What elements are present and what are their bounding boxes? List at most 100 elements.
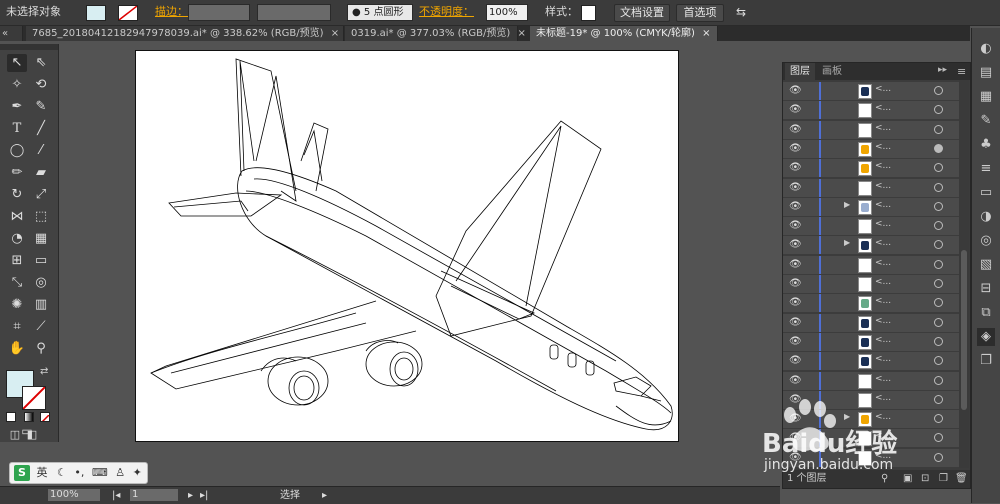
artboard-number-field[interactable]: 1 bbox=[130, 489, 178, 501]
layer-row[interactable]: 👁 <... bbox=[783, 139, 959, 159]
layer-row[interactable]: 👁 <... bbox=[783, 294, 959, 314]
pathfinder-icon[interactable]: ⧉ bbox=[977, 304, 995, 322]
layer-row[interactable]: 👁 <... bbox=[783, 332, 959, 352]
target-circle-icon[interactable] bbox=[934, 221, 943, 231]
zoom-field[interactable]: 100% bbox=[48, 489, 100, 501]
layer-name[interactable]: <... bbox=[875, 181, 891, 191]
style-swatch[interactable] bbox=[581, 5, 596, 21]
gradient-mode-icon[interactable] bbox=[24, 412, 34, 422]
next-artboard-icon[interactable]: ▸ bbox=[188, 487, 193, 504]
shape-builder-tool-icon[interactable]: ◔ bbox=[7, 230, 27, 248]
last-artboard-icon[interactable]: ▸| bbox=[200, 487, 208, 504]
paintbrush-tool-icon[interactable]: ⁄ bbox=[31, 142, 51, 160]
preferences-button[interactable]: 首选项 bbox=[676, 4, 724, 22]
layer-name[interactable]: <... bbox=[875, 296, 891, 306]
target-circle-icon[interactable] bbox=[934, 124, 943, 134]
layer-row[interactable]: 👁 ▶ <... bbox=[783, 197, 959, 217]
layer-row[interactable]: 👁 ▶ <... bbox=[783, 236, 959, 256]
layer-name[interactable]: <... bbox=[875, 277, 891, 287]
visibility-eye-icon[interactable]: 👁 bbox=[789, 336, 802, 348]
layer-name[interactable]: <... bbox=[875, 316, 891, 326]
stroke-weight-field[interactable] bbox=[188, 4, 250, 21]
column-graph-tool-icon[interactable]: ▥ bbox=[31, 296, 51, 314]
layer-name[interactable]: <... bbox=[875, 238, 891, 248]
tab-document-1[interactable]: 7685_20180412182947978039.ai* @ 338.62% … bbox=[26, 26, 344, 41]
type-tool-icon[interactable]: T bbox=[7, 120, 27, 138]
target-circle-icon[interactable] bbox=[934, 375, 943, 385]
appearance-icon[interactable]: ◎ bbox=[977, 232, 995, 250]
visibility-eye-icon[interactable]: 👁 bbox=[789, 143, 802, 155]
visibility-eye-icon[interactable]: 👁 bbox=[789, 259, 802, 271]
scrollbar-thumb[interactable] bbox=[961, 250, 967, 410]
close-icon[interactable]: × bbox=[702, 28, 710, 39]
layer-row[interactable]: 👁 <... bbox=[783, 313, 959, 333]
gradient-tool-icon[interactable]: ▭ bbox=[31, 252, 51, 270]
width-tool-icon[interactable]: ⋈ bbox=[7, 208, 27, 226]
layer-name[interactable]: <... bbox=[875, 161, 891, 171]
opacity-input[interactable]: 100% bbox=[486, 4, 528, 21]
color-panel-icon[interactable]: ◐ bbox=[977, 40, 995, 58]
visibility-eye-icon[interactable]: 👁 bbox=[789, 162, 802, 174]
keyboard-icon[interactable]: ⌨ bbox=[92, 466, 108, 479]
variable-width-dropdown[interactable] bbox=[257, 4, 331, 21]
target-circle-icon[interactable] bbox=[934, 182, 943, 192]
ime-language[interactable]: 英 bbox=[37, 466, 48, 479]
layers-scrollbar[interactable] bbox=[959, 80, 969, 468]
blend-tool-icon[interactable]: ◎ bbox=[31, 274, 51, 292]
layer-name[interactable]: <... bbox=[875, 84, 891, 94]
symbol-sprayer-tool-icon[interactable]: ✺ bbox=[7, 296, 27, 314]
swap-colors-icon[interactable]: ⇄ bbox=[40, 366, 48, 377]
settings-icon[interactable]: ✦ bbox=[133, 466, 142, 479]
layer-row[interactable]: 👁 <... bbox=[783, 178, 959, 198]
target-circle-icon[interactable] bbox=[934, 163, 943, 173]
curvature-tool-icon[interactable]: ✎ bbox=[31, 98, 51, 116]
collapse-panel-icon[interactable]: ▸▸ bbox=[938, 65, 947, 75]
tools-panel-grip[interactable] bbox=[0, 44, 58, 50]
layer-row[interactable]: 👁 <... bbox=[783, 120, 959, 140]
layer-name[interactable]: <... bbox=[875, 374, 891, 384]
layer-row[interactable]: 👁 <... bbox=[783, 275, 959, 294]
ime-toolbar[interactable]: S 英 ☾ •, ⌨ ♙ ✦ bbox=[9, 462, 148, 484]
user-icon[interactable]: ♙ bbox=[115, 466, 125, 479]
layer-row[interactable]: 👁 <... bbox=[783, 101, 959, 121]
first-artboard-icon[interactable]: |◂ bbox=[112, 487, 120, 504]
visibility-eye-icon[interactable]: 👁 bbox=[789, 182, 802, 194]
screen-mode-icon[interactable]: ▭ bbox=[17, 422, 37, 440]
target-circle-icon[interactable] bbox=[934, 298, 943, 308]
target-circle-icon[interactable] bbox=[934, 201, 943, 211]
artboard[interactable] bbox=[135, 50, 679, 442]
visibility-eye-icon[interactable]: 👁 bbox=[789, 104, 802, 116]
scale-tool-icon[interactable]: ⤢ bbox=[31, 186, 51, 204]
stroke-color-box[interactable] bbox=[22, 386, 46, 410]
brushes-icon[interactable]: ✎ bbox=[977, 112, 995, 130]
visibility-eye-icon[interactable]: 👁 bbox=[789, 375, 802, 387]
target-circle-icon[interactable] bbox=[934, 356, 943, 366]
layer-name[interactable]: <... bbox=[875, 335, 891, 345]
artboard-tool-icon[interactable]: ⌗ bbox=[7, 318, 27, 336]
perspective-grid-tool-icon[interactable]: ▦ bbox=[31, 230, 51, 248]
transparency-icon[interactable]: ◑ bbox=[977, 208, 995, 226]
symbols-icon[interactable]: ♣ bbox=[977, 136, 995, 154]
tab-document-3[interactable]: 未标题-19* @ 100% (CMYK/轮廓) × bbox=[530, 26, 718, 41]
fill-swatch[interactable] bbox=[86, 5, 106, 21]
expand-triangle-icon[interactable]: ▶ bbox=[844, 238, 850, 247]
ellipse-tool-icon[interactable]: ◯ bbox=[7, 142, 27, 160]
selection-tool-icon[interactable]: ↖ bbox=[7, 54, 27, 72]
direct-selection-tool-icon[interactable]: ⇖ bbox=[31, 54, 51, 72]
visibility-eye-icon[interactable]: 👁 bbox=[789, 85, 802, 97]
close-icon[interactable]: × bbox=[331, 28, 339, 39]
lasso-tool-icon[interactable]: ⟲ bbox=[31, 76, 51, 94]
layer-row[interactable]: 👁 <... bbox=[783, 159, 959, 179]
magic-wand-tool-icon[interactable]: ✧ bbox=[7, 76, 27, 94]
tab-artboards[interactable]: 画板 bbox=[817, 63, 847, 80]
line-tool-icon[interactable]: ╱ bbox=[31, 120, 51, 138]
layer-row[interactable]: 👁 <... bbox=[783, 371, 959, 391]
color-guide-icon[interactable]: ▤ bbox=[977, 64, 995, 82]
artboards-panel-icon[interactable]: ❐ bbox=[977, 352, 995, 370]
tab-document-2[interactable]: 0319.ai* @ 377.03% (RGB/预览) × bbox=[345, 26, 526, 41]
color-mode-icon[interactable] bbox=[6, 412, 16, 422]
layer-row[interactable]: 👁 <... bbox=[783, 255, 959, 275]
mesh-tool-icon[interactable]: ⊞ bbox=[7, 252, 27, 270]
target-circle-icon[interactable] bbox=[934, 143, 943, 153]
layer-name[interactable]: <... bbox=[875, 123, 891, 133]
